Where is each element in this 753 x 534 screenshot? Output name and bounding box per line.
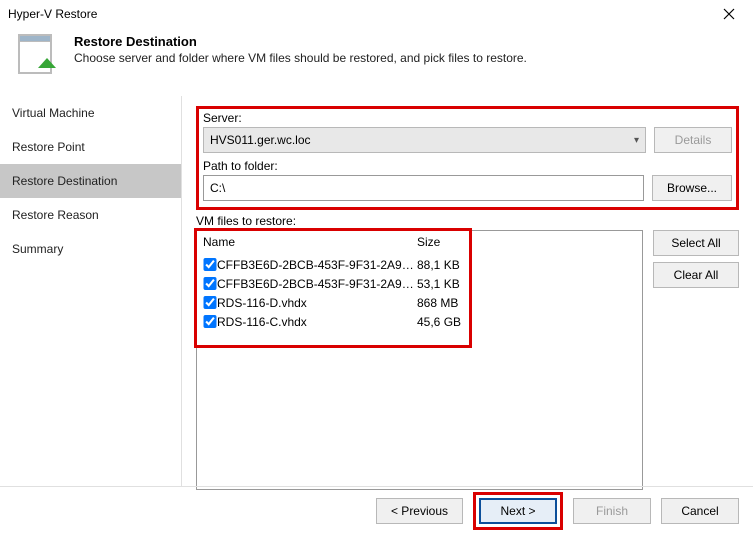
col-header-size[interactable]: Size	[417, 235, 477, 249]
file-size: 53,1 KB	[417, 277, 477, 291]
sidebar-item-restore-point[interactable]: Restore Point	[0, 130, 181, 164]
file-size: 88,1 KB	[417, 258, 477, 272]
highlight-next: Next >	[473, 492, 563, 530]
close-icon	[723, 8, 735, 20]
files-list[interactable]: Name Size CFFB3E6D-2BCB-453F-9F31-2A944.…	[196, 230, 643, 490]
wizard-sidebar: Virtual Machine Restore Point Restore De…	[0, 96, 182, 486]
sidebar-item-restore-destination[interactable]: Restore Destination	[0, 164, 181, 198]
finish-button: Finish	[573, 498, 651, 524]
sidebar-item-summary[interactable]: Summary	[0, 232, 181, 266]
file-name: RDS-116-C.vhdx	[217, 315, 417, 329]
file-row[interactable]: CFFB3E6D-2BCB-453F-9F31-2A944...88,1 KB	[203, 255, 636, 274]
file-name: CFFB3E6D-2BCB-453F-9F31-2A944...	[217, 277, 417, 291]
details-button[interactable]: Details	[654, 127, 732, 153]
file-checkbox[interactable]	[203, 296, 217, 309]
chevron-down-icon: ▾	[634, 135, 639, 146]
sidebar-item-restore-reason[interactable]: Restore Reason	[0, 198, 181, 232]
cancel-button[interactable]: Cancel	[661, 498, 739, 524]
col-header-name[interactable]: Name	[203, 235, 417, 249]
file-row[interactable]: CFFB3E6D-2BCB-453F-9F31-2A944...53,1 KB	[203, 274, 636, 293]
restore-arrow-icon	[32, 56, 62, 86]
file-checkbox[interactable]	[203, 315, 217, 328]
server-value: HVS011.ger.wc.loc	[210, 133, 311, 147]
path-label: Path to folder:	[203, 159, 732, 173]
select-all-button[interactable]: Select All	[653, 230, 739, 256]
path-input[interactable]	[203, 175, 644, 201]
page-subtitle: Choose server and folder where VM files …	[74, 51, 527, 65]
clear-all-button[interactable]: Clear All	[653, 262, 739, 288]
file-row[interactable]: RDS-116-C.vhdx45,6 GB	[203, 312, 636, 331]
next-button[interactable]: Next >	[479, 498, 557, 524]
wizard-icon	[14, 34, 62, 82]
file-checkbox[interactable]	[203, 258, 217, 271]
file-checkbox[interactable]	[203, 277, 217, 290]
highlight-server-path: Server: HVS011.ger.wc.loc ▾ Details Path…	[196, 106, 739, 210]
close-button[interactable]	[709, 2, 749, 26]
file-size: 868 MB	[417, 296, 477, 310]
file-row[interactable]: RDS-116-D.vhdx868 MB	[203, 293, 636, 312]
wizard-header: Restore Destination Choose server and fo…	[0, 28, 753, 92]
previous-button[interactable]: < Previous	[376, 498, 463, 524]
window-title: Hyper-V Restore	[8, 7, 97, 21]
wizard-footer: < Previous Next > Finish Cancel	[0, 486, 753, 534]
page-title: Restore Destination	[74, 34, 527, 49]
file-name: RDS-116-D.vhdx	[217, 296, 417, 310]
server-combobox[interactable]: HVS011.ger.wc.loc ▾	[203, 127, 646, 153]
file-size: 45,6 GB	[417, 315, 477, 329]
server-label: Server:	[203, 111, 732, 125]
sidebar-item-virtual-machine[interactable]: Virtual Machine	[0, 96, 181, 130]
file-name: CFFB3E6D-2BCB-453F-9F31-2A944...	[217, 258, 417, 272]
browse-button[interactable]: Browse...	[652, 175, 732, 201]
files-label: VM files to restore:	[196, 214, 739, 228]
